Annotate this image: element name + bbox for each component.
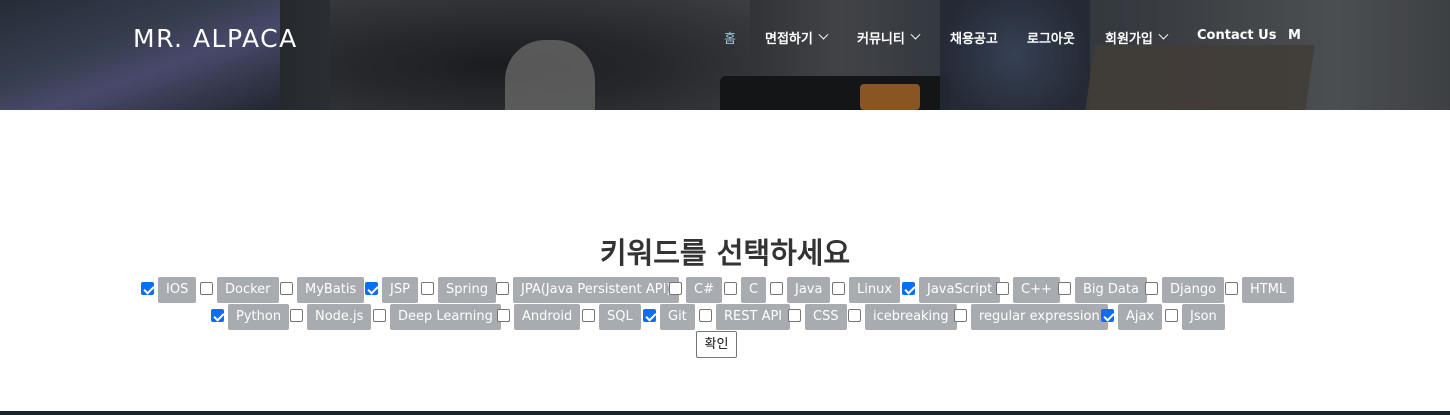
keyword-checkbox-csharp[interactable] — [669, 282, 682, 295]
keyword-tag-jpa[interactable]: JPA(Java Persistent API) — [513, 277, 680, 303]
keyword-tag-git[interactable]: Git — [660, 304, 695, 330]
keyword-checkbox-json[interactable] — [1165, 309, 1178, 322]
keyword-tag-json[interactable]: Json — [1182, 304, 1225, 330]
keyword-tag-jsp[interactable]: JSP — [382, 277, 418, 303]
keyword-tag-ajax[interactable]: Ajax — [1118, 304, 1163, 330]
keyword-checkbox-restapi[interactable] — [699, 309, 712, 322]
keyword-checkbox-jsp[interactable] — [365, 282, 378, 295]
keyword-tag-csharp[interactable]: C# — [686, 277, 722, 303]
keyword-checkbox-c[interactable] — [724, 282, 737, 295]
keyword-checkbox-cpp[interactable] — [996, 282, 1009, 295]
keyword-tag-javascript[interactable]: JavaScript — [919, 277, 1001, 303]
nav-community[interactable]: 커뮤니티 — [857, 28, 921, 47]
keyword-checkbox-jpa[interactable] — [496, 282, 509, 295]
keyword-checkbox-html[interactable] — [1225, 282, 1238, 295]
nav-signup[interactable]: 회원가입 — [1105, 28, 1169, 47]
brand-logo[interactable]: MR. ALPACA — [133, 24, 298, 53]
nav-jobs-label: 채용공고 — [950, 32, 998, 47]
nav-home-label: 홈 — [724, 32, 736, 47]
keyword-tag-mybatis[interactable]: MyBatis — [297, 277, 365, 303]
keyword-tag-linux[interactable]: Linux — [849, 277, 901, 303]
nav-m-label: M — [1288, 28, 1301, 43]
confirm-button[interactable]: 확인 — [696, 331, 737, 358]
keyword-checkbox-regex[interactable] — [954, 309, 967, 322]
chevron-down-icon — [910, 29, 921, 40]
keyword-checkbox-java[interactable] — [770, 282, 783, 295]
footer-border — [0, 411, 1450, 415]
nav-contact-label: Contact Us — [1197, 28, 1277, 43]
nav-logout[interactable]: 로그아웃 — [1027, 28, 1075, 47]
keyword-tag-deeplearning[interactable]: Deep Learning — [390, 304, 501, 330]
keyword-tag-android[interactable]: Android — [514, 304, 581, 330]
keyword-checkbox-spring[interactable] — [421, 282, 434, 295]
keyword-tag-icebreaking[interactable]: icebreaking — [865, 304, 957, 330]
keyword-checkbox-css[interactable] — [788, 309, 801, 322]
nav-m[interactable]: M — [1288, 28, 1301, 43]
keyword-checkbox-bigdata[interactable] — [1058, 282, 1071, 295]
chevron-down-icon — [1158, 29, 1169, 40]
keyword-tag-restapi[interactable]: REST API — [716, 304, 791, 330]
nav-jobs[interactable]: 채용공고 — [950, 28, 998, 47]
keyword-checkbox-git[interactable] — [643, 309, 656, 322]
keyword-checkbox-nodejs[interactable] — [290, 309, 303, 322]
keyword-tag-html[interactable]: HTML — [1242, 277, 1295, 303]
keyword-tag-css[interactable]: CSS — [805, 304, 847, 330]
keyword-checkbox-sql[interactable] — [582, 309, 595, 322]
keyword-tag-cpp[interactable]: C++ — [1013, 277, 1060, 303]
keyword-checkbox-docker[interactable] — [200, 282, 213, 295]
keyword-checkbox-django[interactable] — [1145, 282, 1158, 295]
keyword-checkbox-deeplearning[interactable] — [373, 309, 386, 322]
keyword-checkbox-linux[interactable] — [832, 282, 845, 295]
nav-logout-label: 로그아웃 — [1027, 32, 1075, 47]
page-title: 키워드를 선택하세요 — [599, 236, 851, 270]
keyword-checkbox-mybatis[interactable] — [280, 282, 293, 295]
nav-home[interactable]: 홈 — [724, 28, 736, 47]
keyword-tag-django[interactable]: Django — [1162, 277, 1225, 303]
keyword-checkbox-icebreaking[interactable] — [848, 309, 861, 322]
nav-interview-label: 면접하기 — [765, 32, 813, 47]
keyword-checkbox-javascript[interactable] — [902, 282, 915, 295]
chevron-down-icon — [818, 29, 829, 40]
keyword-tag-spring[interactable]: Spring — [438, 277, 496, 303]
keyword-tag-ios[interactable]: IOS — [158, 277, 197, 303]
keyword-tag-docker[interactable]: Docker — [217, 277, 279, 303]
keyword-tag-regex[interactable]: regular expression — [971, 304, 1108, 330]
nav-community-label: 커뮤니티 — [857, 32, 905, 47]
keyword-tag-c[interactable]: C — [741, 277, 767, 303]
keyword-tag-nodejs[interactable]: Node.js — [307, 304, 372, 330]
keyword-checkbox-ios[interactable] — [141, 282, 154, 295]
hero-overlay — [0, 0, 1450, 110]
keyword-tag-sql[interactable]: SQL — [599, 304, 641, 330]
keyword-tag-python[interactable]: Python — [228, 304, 290, 330]
nav-contact[interactable]: Contact Us — [1197, 28, 1276, 43]
nav-interview[interactable]: 면접하기 — [765, 28, 829, 47]
keyword-tag-java[interactable]: Java — [787, 277, 831, 303]
keyword-checkbox-ajax[interactable] — [1101, 309, 1114, 322]
keyword-tag-bigdata[interactable]: Big Data — [1075, 277, 1147, 303]
hero-banner: MR. ALPACA 홈 면접하기 커뮤니티 채용공고 로그아웃 회원가입 Co… — [0, 0, 1450, 110]
keyword-checkbox-android[interactable] — [497, 309, 510, 322]
keyword-checkbox-python[interactable] — [211, 309, 224, 322]
nav-signup-label: 회원가입 — [1105, 32, 1153, 47]
